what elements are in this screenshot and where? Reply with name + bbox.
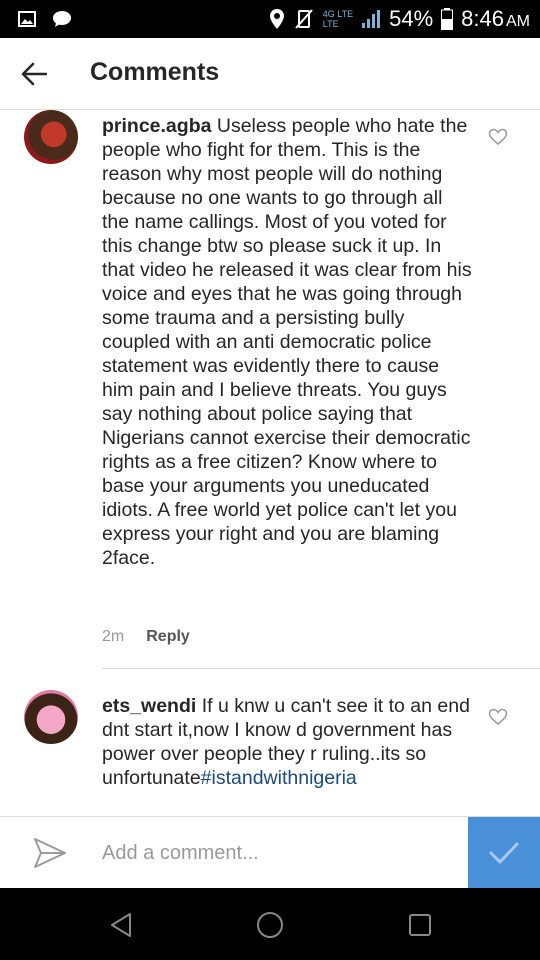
status-bar: 4G LTE LTE 54% 8:46 AM [0, 0, 540, 38]
network-type-top: 4G LTE [322, 9, 354, 19]
comment-body: ets_wendi If u knw u can't see it to an … [102, 694, 472, 790]
image-notification-icon [18, 11, 36, 27]
battery-percent: 54% [389, 6, 434, 31]
status-left-icons [18, 10, 72, 28]
hashtag-link[interactable]: #istandwithnigeria [201, 767, 357, 789]
network-type: 4G LTE LTE [323, 9, 353, 29]
navigation-bar [0, 888, 540, 960]
comment-username[interactable]: ets_wendi [102, 695, 196, 717]
clock-suffix: AM [506, 13, 530, 30]
checkmark-icon [489, 842, 519, 864]
paper-plane-icon[interactable] [32, 835, 68, 871]
back-button[interactable] [14, 54, 54, 94]
arrow-left-icon [21, 62, 47, 86]
square-recents-icon [409, 914, 431, 936]
heart-icon[interactable] [488, 708, 508, 726]
circle-home-icon [257, 912, 283, 938]
status-right: 4G LTE LTE 54% 8:46 AM [269, 0, 530, 38]
comment-meta: 2m Reply [102, 628, 190, 646]
reply-button[interactable]: Reply [146, 628, 190, 646]
heart-icon[interactable] [488, 128, 508, 146]
avatar[interactable] [24, 690, 78, 744]
page-title: Comments [90, 58, 220, 86]
location-icon [269, 9, 284, 29]
clock: 8:46 AM [461, 6, 530, 32]
comment-divider [102, 668, 540, 669]
signal-icon [362, 10, 381, 28]
comment-username[interactable]: prince.agba [102, 115, 211, 137]
comment-composer [0, 816, 540, 889]
network-type-bottom: LTE [322, 19, 339, 29]
battery-icon [441, 8, 454, 30]
comment-body: prince.agba Useless people who hate the … [102, 114, 472, 570]
avatar[interactable] [24, 110, 78, 164]
nav-recents-button[interactable] [405, 910, 435, 940]
app-bar: Comments [0, 38, 540, 110]
comment-input[interactable] [102, 837, 452, 869]
comments-list[interactable]: prince.agba Useless people who hate the … [0, 110, 540, 816]
nav-back-button[interactable] [106, 910, 136, 940]
triangle-back-icon [111, 913, 131, 937]
comment-time: 2m [102, 628, 125, 645]
chat-notification-icon [53, 11, 71, 27]
vibrate-off-icon [295, 9, 313, 29]
post-button[interactable] [468, 817, 540, 889]
nav-home-button[interactable] [255, 910, 285, 940]
clock-time: 8:46 [461, 6, 504, 31]
comment-text: Useless people who hate the people who f… [102, 115, 472, 569]
